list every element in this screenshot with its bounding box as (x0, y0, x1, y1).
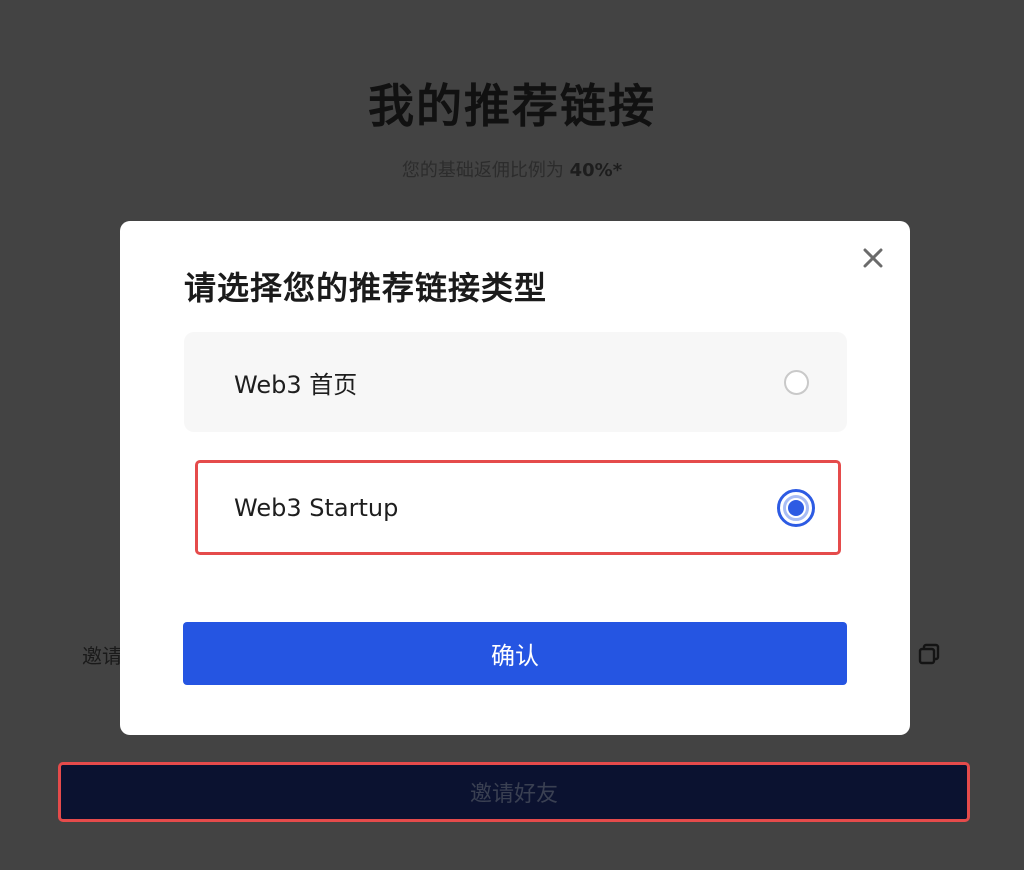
modal-title: 请选择您的推荐链接类型 (184, 269, 548, 307)
option-web3-startup[interactable]: Web3 Startup (195, 460, 841, 555)
invite-friends-button[interactable]: 邀请好友 (58, 762, 970, 822)
referral-type-modal: 请选择您的推荐链接类型 Web3 首页 Web3 Startup 确认 (120, 221, 910, 735)
close-icon (863, 248, 883, 268)
page-title: 我的推荐链接 (368, 79, 656, 133)
commission-rate-value: 40%* (569, 160, 623, 181)
page: 我的推荐链接 您的基础返佣比例为 40%* 邀请 邀请好友 请选择您的推荐链接类… (0, 0, 1024, 870)
radio-checked-icon[interactable] (777, 489, 815, 527)
confirm-button[interactable]: 确认 (183, 622, 847, 685)
invite-friends-label: 邀请好友 (469, 782, 558, 807)
invite-link-label: 邀请 (82, 644, 122, 668)
close-button[interactable] (860, 245, 886, 271)
radio-ring (783, 495, 809, 521)
option-web3-home-label: Web3 首页 (234, 370, 358, 399)
commission-rate-text: 您的基础返佣比例为 40%* (0, 156, 1024, 182)
radio-unchecked-icon[interactable] (784, 370, 809, 395)
copy-icon[interactable] (917, 642, 941, 666)
option-web3-startup-label: Web3 Startup (234, 493, 399, 522)
option-web3-home[interactable]: Web3 首页 (184, 332, 847, 432)
commission-rate-prefix: 您的基础返佣比例为 (401, 160, 570, 181)
radio-dot (788, 500, 804, 516)
